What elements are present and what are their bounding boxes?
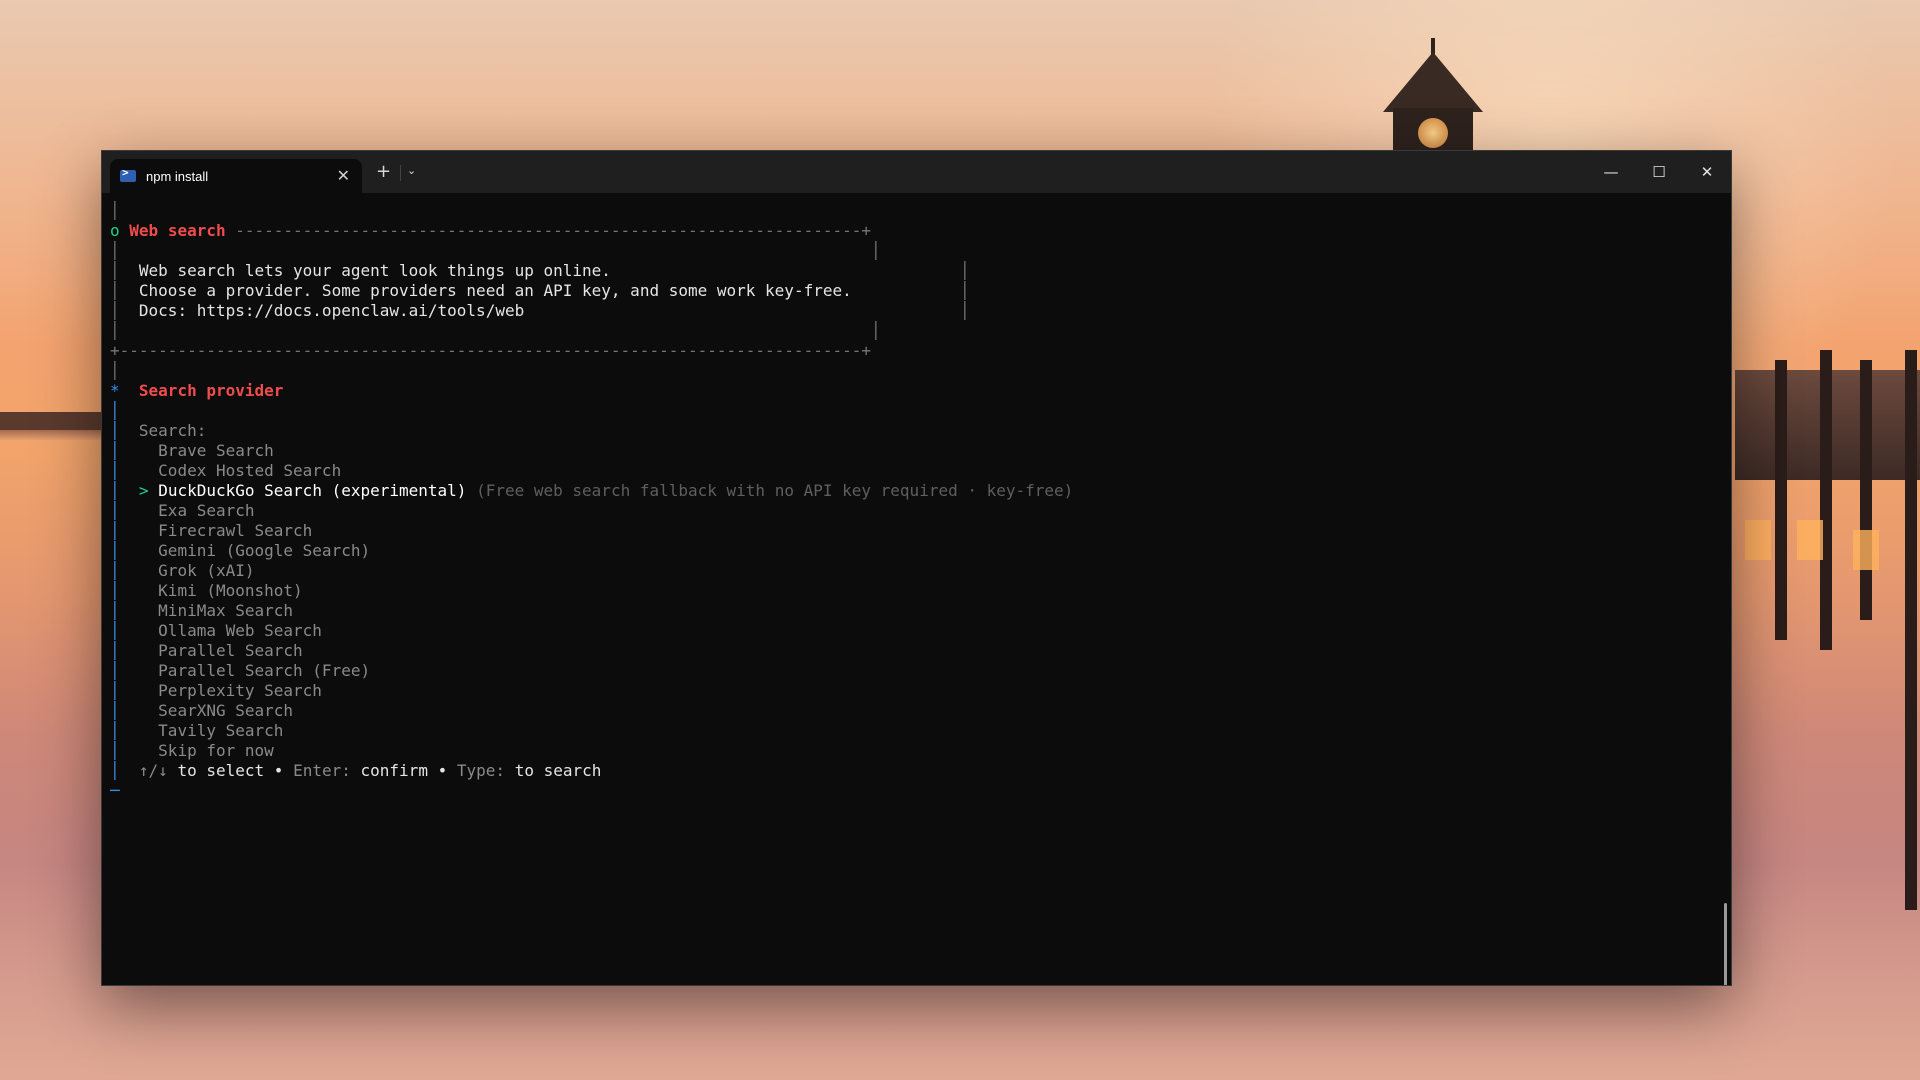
list-item[interactable]: │ Grok (xAI)	[110, 561, 255, 581]
scrollbar[interactable]	[1724, 903, 1727, 985]
list-item[interactable]: │ Exa Search	[110, 501, 255, 521]
selected-hint: (Free web search fallback with no API ke…	[476, 481, 1074, 500]
web-search-desc-1: Web search lets your agent look things u…	[138, 261, 611, 280]
docs-line: │ Docs: https://docs.openclaw.ai/tools/w…	[110, 301, 525, 320]
powershell-icon	[120, 166, 136, 182]
list-item[interactable]: │ Gemini (Google Search)	[110, 541, 370, 561]
docs-link[interactable]: Docs: https://docs.openclaw.ai/tools/web	[139, 301, 524, 320]
gutter-bar: │ │	[110, 241, 881, 260]
light-reflection	[1745, 520, 1771, 560]
tab-dropdown-icon[interactable]: ⌄	[407, 164, 416, 177]
list-item[interactable]: │ Codex Hosted Search	[110, 461, 341, 481]
arrow-keys-hint: ↑/↓	[138, 761, 168, 780]
tab-title: npm install	[146, 168, 209, 184]
search-prompt-line[interactable]: │ Search:	[110, 421, 206, 441]
window-controls: — ☐ ✕	[1587, 151, 1731, 193]
active-marker: *	[110, 381, 120, 400]
box-bottom-rule: +---------------------------------------…	[110, 341, 871, 360]
pier-post	[1820, 350, 1832, 650]
list-item[interactable]: │ Brave Search	[110, 441, 274, 461]
box-top-rule: ----------------------------------------…	[225, 221, 872, 240]
list-item[interactable]: │ MiniMax Search	[110, 601, 293, 621]
search-label: Search:	[138, 421, 207, 440]
list-item[interactable]: │ Kimi (Moonshot)	[110, 581, 303, 601]
light-reflection	[1797, 520, 1823, 560]
tab-close-icon[interactable]: ✕	[337, 166, 350, 185]
list-item[interactable]: │ Ollama Web Search	[110, 621, 322, 641]
list-item[interactable]: │ Perplexity Search	[110, 681, 322, 701]
desc-line-2: │ Choose a provider. Some providers need…	[110, 281, 852, 300]
prompt-end-marker: ─	[110, 781, 120, 800]
status-marker: o	[110, 221, 120, 240]
gutter-bar: │	[110, 201, 120, 220]
provider-heading-line: * Search provider	[110, 381, 283, 401]
list-item[interactable]: │ SearXNG Search	[110, 701, 293, 721]
web-search-heading-line: o Web search ---------------------------…	[110, 221, 871, 241]
shoreline	[0, 412, 101, 430]
list-item-selected[interactable]: │ > DuckDuckGo Search (experimental) (Fr…	[110, 481, 1073, 501]
pier-post	[1905, 350, 1917, 910]
list-item[interactable]: │ Skip for now	[110, 741, 274, 761]
minimize-button[interactable]: —	[1587, 151, 1635, 193]
pier-post	[1860, 360, 1872, 620]
light-reflection	[1853, 530, 1879, 570]
list-item[interactable]: │ Parallel Search	[110, 641, 303, 661]
list-item[interactable]: │ Firecrawl Search	[110, 521, 312, 541]
terminal-output[interactable]: │ o Web search -------------------------…	[102, 193, 1731, 985]
desc-line-1: │ Web search lets your agent look things…	[110, 261, 611, 280]
selection-arrow: >	[138, 481, 149, 500]
web-search-desc-2: Choose a provider. Some providers need a…	[138, 281, 852, 300]
new-tab-button[interactable]: +	[376, 161, 391, 182]
list-item[interactable]: │ Parallel Search (Free)	[110, 661, 370, 681]
list-item[interactable]: │ Tavily Search	[110, 721, 283, 741]
pier-post	[1775, 360, 1787, 640]
tab-npm-install[interactable]: npm install ✕	[110, 159, 362, 193]
maximize-button[interactable]: ☐	[1635, 151, 1683, 193]
lighthouse-light	[1418, 118, 1448, 148]
close-button[interactable]: ✕	[1683, 151, 1731, 193]
tab-divider	[400, 165, 401, 181]
web-search-heading: Web search	[129, 221, 226, 240]
terminal-window: npm install ✕ + ⌄ — ☐ ✕ │ o Web search -…	[101, 150, 1732, 986]
title-bar: npm install ✕ + ⌄ — ☐ ✕	[102, 151, 1731, 193]
help-line: │ ↑/↓ to select • Enter: confirm • Type:…	[110, 761, 602, 780]
provider-heading: Search provider	[138, 381, 284, 400]
